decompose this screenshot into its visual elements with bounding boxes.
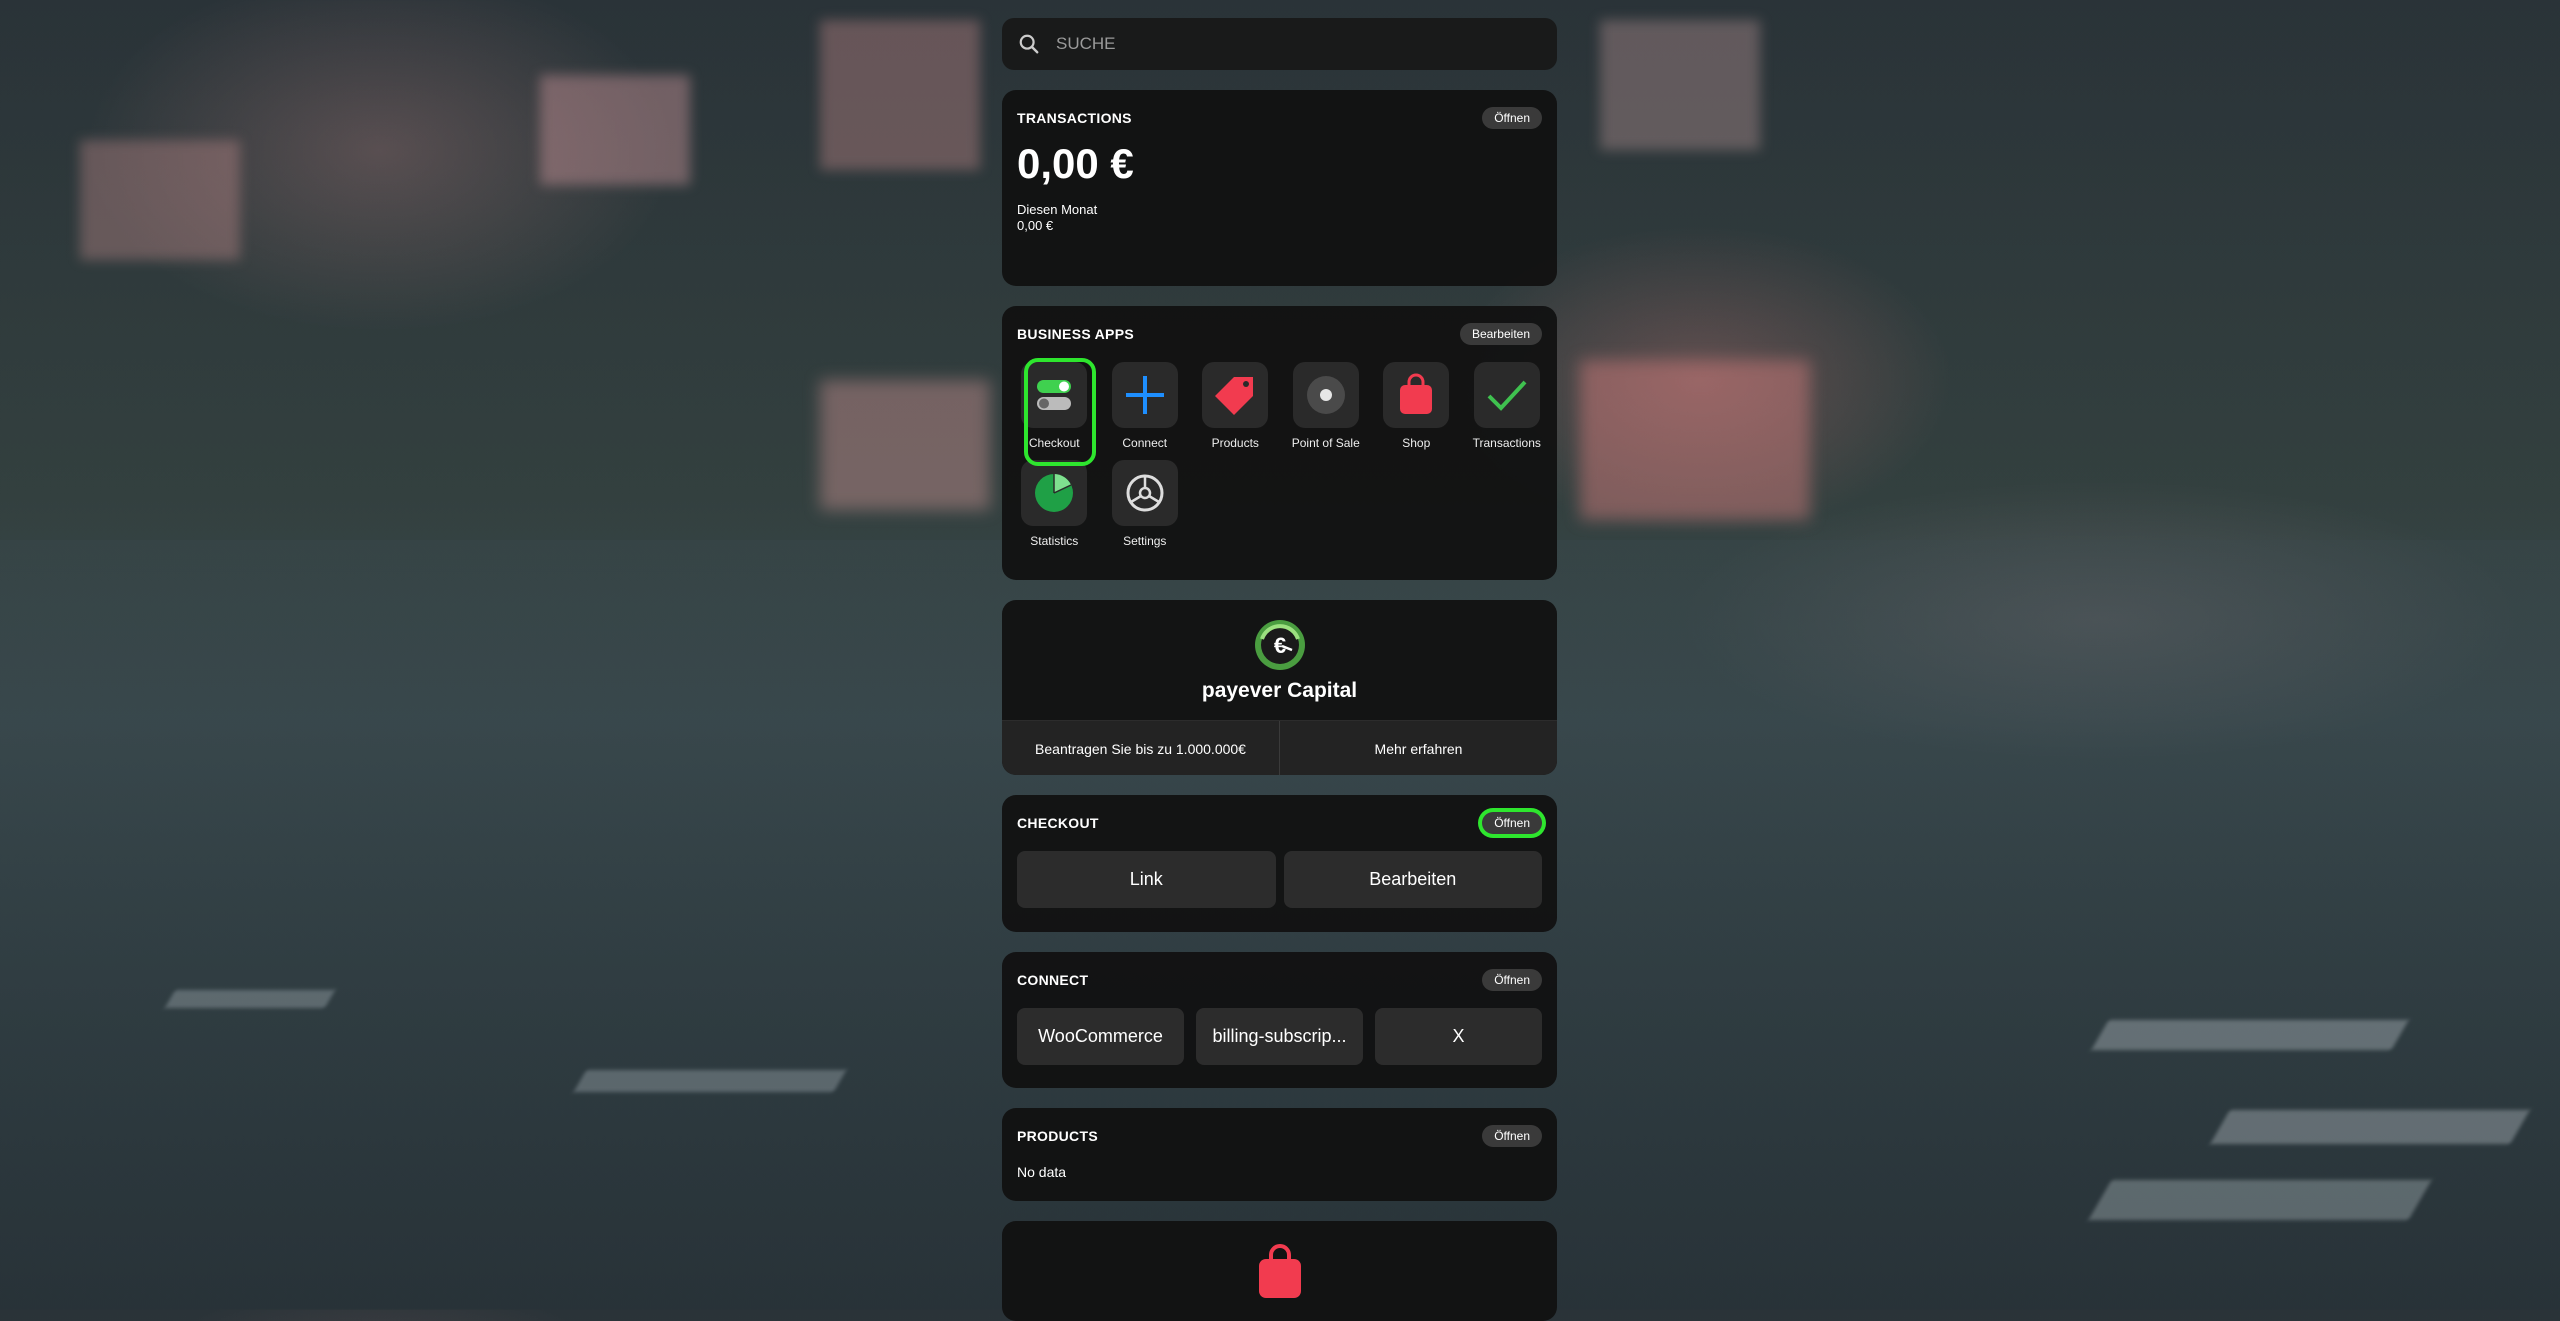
connect-card-header: CONNECT Öffnen [1002,952,1557,1008]
app-label: Statistics [1030,534,1079,548]
svg-text:€: € [1273,633,1285,658]
app-products[interactable]: Products [1190,362,1281,450]
app-label: Connect [1122,436,1168,450]
products-card-header: PRODUCTS Öffnen [1002,1108,1557,1164]
dashboard-column: TRANSACTIONS Öffnen 0,00 € Diesen Monat … [1002,18,1557,1321]
toggle-icon [1037,380,1072,410]
connect-item-x[interactable]: X [1375,1008,1542,1065]
business-apps-header: BUSINESS APPS Bearbeiten [1002,306,1557,362]
search-icon [1019,34,1039,54]
app-tile [1021,362,1088,428]
euro-gauge-icon: € [1254,620,1305,670]
transactions-period: Diesen Monat 0,00 € [1002,188,1557,250]
search-bar[interactable] [1002,18,1557,70]
capital-actions: Beantragen Sie bis zu 1.000.000€ Mehr er… [1002,720,1557,775]
transactions-card-title: TRANSACTIONS [1017,110,1132,126]
connect-item-woocommerce[interactable]: WooCommerce [1017,1008,1184,1065]
app-connect[interactable]: Connect [1100,362,1191,450]
app-tile [1111,362,1178,428]
app-label: Settings [1123,534,1167,548]
capital-learn-more-button[interactable]: Mehr erfahren [1279,721,1557,775]
app-label: Shop [1402,436,1431,450]
plus-icon [1125,376,1164,414]
transactions-amount: 0,00 € [1017,140,1134,187]
app-tile [1111,460,1178,526]
capital-apply-button[interactable]: Beantragen Sie bis zu 1.000.000€ [1002,721,1279,775]
pos-icon [1306,376,1345,414]
shopping-bag-icon [1258,1244,1301,1298]
checkout-link-button[interactable]: Link [1017,851,1276,908]
products-card-title: PRODUCTS [1017,1128,1098,1144]
transactions-card-header: TRANSACTIONS Öffnen [1002,90,1557,146]
checkmark-icon [1487,380,1527,411]
connect-open-button[interactable]: Öffnen [1482,969,1542,991]
app-label: Checkout [1028,436,1080,450]
capital-header: € payever Capital [1002,600,1557,720]
checkout-open-button[interactable]: Öffnen [1482,812,1542,834]
app-tile [1202,362,1269,428]
business-apps-title: BUSINESS APPS [1017,326,1134,342]
app-settings[interactable]: Settings [1100,460,1191,548]
products-empty-text: No data [1017,1164,1067,1180]
settings-icon [1126,474,1164,512]
app-transactions[interactable]: Transactions [1462,362,1553,450]
transactions-card: TRANSACTIONS Öffnen 0,00 € Diesen Monat … [1002,90,1557,286]
app-label: Products [1211,436,1259,450]
app-grid: Checkout Connect Products Point of Sale … [1009,358,1557,562]
business-apps-edit-button[interactable]: Bearbeiten [1459,323,1542,345]
tag-icon [1215,377,1254,415]
app-tile [1021,460,1088,526]
checkout-card: CHECKOUT Öffnen Link Bearbeiten [1002,795,1557,932]
business-apps-card: BUSINESS APPS Bearbeiten Checkout Connec… [1002,306,1557,580]
transactions-period-amount: 0,00 € [1017,218,1054,233]
transactions-period-label: Diesen Monat [1017,202,1098,217]
search-input[interactable] [1054,33,1498,55]
shopping-bag-icon [1400,373,1433,414]
products-card: PRODUCTS Öffnen No data [1002,1108,1557,1201]
checkout-card-header: CHECKOUT Öffnen [1002,795,1557,851]
capital-title: payever Capital [1201,679,1358,702]
checkout-card-title: CHECKOUT [1017,815,1099,831]
app-label: Transactions [1472,436,1541,450]
pie-chart-icon [1035,474,1074,512]
connect-integrations: WooCommerce billing-subscrip... X [1002,1008,1557,1083]
app-tile [1383,362,1450,428]
connect-card-title: CONNECT [1017,972,1089,988]
app-checkout[interactable]: Checkout [1009,358,1100,466]
connect-card: CONNECT Öffnen WooCommerce billing-subsc… [1002,952,1557,1088]
app-tile [1473,362,1540,428]
app-tile [1292,362,1359,428]
app-point-of-sale[interactable]: Point of Sale [1281,362,1372,450]
app-shop[interactable]: Shop [1371,362,1462,450]
checkout-actions: Link Bearbeiten [1002,851,1557,928]
connect-item-billing-subscription[interactable]: billing-subscrip... [1196,1008,1363,1065]
app-label: Point of Sale [1291,436,1360,450]
app-statistics[interactable]: Statistics [1009,460,1100,548]
checkout-edit-button[interactable]: Bearbeiten [1283,851,1542,908]
capital-card: € payever Capital Beantragen Sie bis zu … [1002,600,1557,775]
transactions-open-button[interactable]: Öffnen [1482,107,1542,129]
products-open-button[interactable]: Öffnen [1482,1125,1542,1147]
shop-card [1002,1221,1557,1321]
